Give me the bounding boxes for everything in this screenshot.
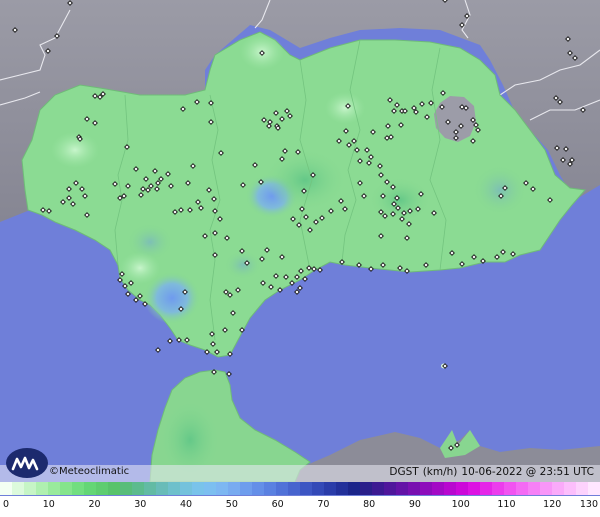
colorbar-cell (504, 482, 516, 495)
colorbar-cell (168, 482, 180, 495)
colorbar-cell (348, 482, 360, 495)
colorbar-cell (444, 482, 456, 495)
legend-tick-label: 30 (134, 499, 147, 510)
colorbar-cell (360, 482, 372, 495)
colorbar-cell (156, 482, 168, 495)
colorbar-cell (144, 482, 156, 495)
legend-tick-label: 0 (3, 499, 10, 510)
colorbar-cell (24, 482, 36, 495)
colorbar-cell (132, 482, 144, 495)
legend-tick-label: 70 (317, 499, 330, 510)
colorbar-cell (492, 482, 504, 495)
colorbar-cell (288, 482, 300, 495)
legend-tick-label: 80 (363, 499, 376, 510)
variable-unit: (km/h) (422, 466, 458, 478)
colorbar-cell (60, 482, 72, 495)
colorbar-cell (228, 482, 240, 495)
colorbar-cell (300, 482, 312, 495)
colorbar-cell (84, 482, 96, 495)
copyright-mark: © (49, 466, 59, 477)
colorbar-cell (36, 482, 48, 495)
colorbar-cell (528, 482, 540, 495)
legend-ticks: 0 10 20 30 40 50 60 70 80 90 100 110 120 130 (0, 496, 600, 517)
colorbar-cell (468, 482, 480, 495)
colorbar-cell (408, 482, 420, 495)
meteo-map (0, 0, 600, 517)
colorbar-cell (312, 482, 324, 495)
colorbar-cell (204, 482, 216, 495)
legend-tick-label: 40 (180, 499, 193, 510)
colorbar-cell (324, 482, 336, 495)
colorbar-cell (240, 482, 252, 495)
colorbar-cell (384, 482, 396, 495)
colorbar-cell (564, 482, 576, 495)
brand-name: Meteoclimatic (59, 466, 130, 477)
legend-tick-label: 10 (42, 499, 55, 510)
legend-tick-label: 130 (579, 499, 598, 510)
colorbar-cell (216, 482, 228, 495)
legend-tick-label: 60 (271, 499, 284, 510)
legend-tick-label: 20 (88, 499, 101, 510)
colorbar-cell (336, 482, 348, 495)
colorbar-cell (576, 482, 588, 495)
brand-credit: ©Meteoclimatic (49, 466, 129, 477)
map-timestamp: 10-06-2022 @ 23:51 UTC (461, 466, 594, 478)
colorbar-cell (12, 482, 24, 495)
legend-tick-label: 50 (225, 499, 238, 510)
legend-tick-label: 110 (497, 499, 516, 510)
colorbar-cell (396, 482, 408, 495)
colorbar-cell (120, 482, 132, 495)
colorbar-cell (588, 482, 600, 495)
legend-tick-label: 120 (543, 499, 562, 510)
legend-tick-label: 100 (451, 499, 470, 510)
colorbar-cell (264, 482, 276, 495)
legend-colorbar (0, 482, 600, 495)
colorbar-cell (552, 482, 564, 495)
colorbar-cell (432, 482, 444, 495)
colorbar-cell (0, 482, 12, 495)
colorbar-cell (108, 482, 120, 495)
legend-tick-label: 90 (408, 499, 421, 510)
colorbar-cell (420, 482, 432, 495)
colorbar-cell (480, 482, 492, 495)
colorbar-cell (192, 482, 204, 495)
colorbar-cell (372, 482, 384, 495)
colorbar-cell (48, 482, 60, 495)
colorbar-cell (516, 482, 528, 495)
map-caption: DGST (km/h) 10-06-2022 @ 23:51 UTC (385, 466, 594, 478)
colorbar-cell (96, 482, 108, 495)
colorbar-cell (252, 482, 264, 495)
colorbar-cell (456, 482, 468, 495)
meteoclimatic-logo-icon (6, 448, 48, 478)
colorbar-cell (540, 482, 552, 495)
colorbar-cell (180, 482, 192, 495)
variable-name: DGST (389, 466, 419, 478)
colorbar-cell (276, 482, 288, 495)
colorbar-cell (72, 482, 84, 495)
